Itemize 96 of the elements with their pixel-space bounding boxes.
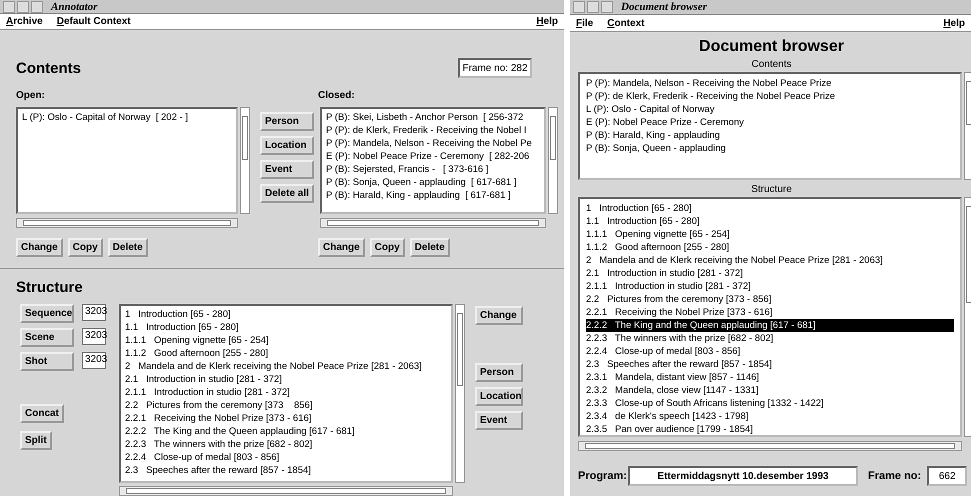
structure-item[interactable]: 2.2.2 The King and the Queen applauding [617 - 681] (125, 425, 447, 438)
action-button[interactable]: Delete (410, 238, 450, 257)
list-item[interactable]: P (P): Mandela, Nelson - Receiving the Nobel Peace Prize (586, 77, 954, 90)
add-button[interactable]: Person (260, 112, 314, 131)
action-button[interactable]: Copy (370, 238, 405, 257)
structure-item[interactable]: 1 Introduction [65 - 280] (125, 308, 447, 321)
frame-label: Frame no: (868, 470, 922, 482)
menu-item[interactable]: Archive (6, 16, 43, 28)
menu-item[interactable]: File (576, 18, 594, 28)
vertical-scrollbar[interactable] (548, 107, 558, 214)
structure-item[interactable]: 1.1.2 Good afternoon [255 - 280] (586, 241, 954, 254)
frame-number: Frame no: 282 (458, 58, 532, 78)
list-item[interactable]: P (P): de Klerk, Frederik - Receiving the Nobel I (326, 124, 540, 137)
horizontal-scrollbar[interactable] (16, 218, 238, 228)
structure-item[interactable]: 2.2 Pictures from the ceremony [373 - 856] (586, 293, 954, 306)
structure-item[interactable]: 2.3.4 de Klerk's speech [1423 - 1798] (586, 410, 954, 423)
horizontal-scrollbar[interactable] (320, 218, 546, 228)
edit-button[interactable]: Concat (20, 404, 64, 423)
list-item[interactable]: P (P): de Klerk, Frederik - Receiving the Nobel Peace Prize (586, 90, 954, 103)
edit-button[interactable]: Split (20, 431, 52, 450)
structure-item[interactable]: 2.2 Pictures from the ceremony [373 856] (125, 399, 447, 412)
structure-item[interactable]: 1.1 Introduction [65 - 280] (586, 215, 954, 228)
window-heading: Document browser (698, 38, 845, 56)
add-button[interactable]: Event (260, 160, 314, 179)
add-button[interactable]: Event (475, 411, 523, 430)
list-item[interactable]: L (P): Oslo - Capital of Norway (586, 103, 954, 116)
structure-item[interactable]: 2.1.1 Introduction in studio [281 - 372] (586, 280, 954, 293)
window-title: Document browser (621, 1, 708, 13)
frame-field[interactable]: 662 (927, 466, 968, 486)
list-item[interactable]: P (B): Sejersted, Francis - [ 373-616 ] (326, 163, 540, 176)
list-item[interactable]: P (B): Sonja, Queen - applauding (586, 142, 954, 155)
vertical-scrollbar[interactable] (240, 107, 250, 214)
level-button[interactable]: Scene (20, 328, 74, 347)
list-item[interactable]: P (B): Sonja, Queen - applauding [ 617-681 ] (326, 176, 540, 189)
closed-label: Closed: (318, 90, 355, 101)
structure-item[interactable]: 1.1.1 Opening vignette [65 - 254] (586, 228, 954, 241)
horizontal-scrollbar[interactable] (119, 486, 453, 496)
structure-label: Structure (750, 184, 793, 195)
add-button[interactable]: Location (475, 387, 523, 406)
structure-item[interactable]: 1.1.1 Opening vignette [65 - 254] (125, 334, 447, 347)
structure-item[interactable]: 2.1 Introduction in studio [281 - 372] (125, 373, 447, 386)
structure-item[interactable]: 2.1.1 Introduction in studio [281 - 372] (125, 386, 447, 399)
vertical-scrollbar[interactable] (964, 72, 971, 180)
structure-item[interactable]: 2.3 Speeches after the reward [857 - 1854] (586, 358, 954, 371)
section-heading: Contents (16, 60, 81, 76)
structure-item[interactable]: 2 Mandela and de Klerk receiving the Nobel Peace Prize [281 - 2063] (125, 360, 447, 373)
list-item[interactable]: E (P): Nobel Peace Prize - Ceremony (586, 116, 954, 129)
action-button[interactable]: Copy (68, 238, 103, 257)
structure-item[interactable]: 2.1 Introduction in studio [281 - 372] (586, 267, 954, 280)
action-button[interactable]: Change (318, 238, 365, 257)
list-item[interactable]: E (P): Nobel Peace Prize - Ceremony [ 282-206 (326, 150, 540, 163)
structure-item[interactable]: 2.3.1 Mandela, distant view [857 - 1146] (586, 371, 954, 384)
add-button[interactable]: Location (260, 136, 314, 155)
count-field[interactable]: 3203 (82, 328, 106, 345)
structure-item[interactable]: 2.3 Speeches after the reward [857 - 1854] (125, 464, 447, 477)
list-item[interactable]: L (P): Oslo - Capital of Norway [ 202 - ] (22, 111, 232, 124)
structure-item[interactable]: 2.2.2 The King and the Queen applauding [617 - 681] (586, 319, 954, 332)
menu-item[interactable]: Context (607, 18, 644, 28)
action-button[interactable]: Change (16, 238, 63, 257)
vertical-scrollbar[interactable] (455, 304, 465, 483)
structure-item[interactable]: 2.2.4 Close-up of medal [803 - 856] (125, 451, 447, 464)
structure-item[interactable]: 1.1.2 Good afternoon [255 - 280] (125, 347, 447, 360)
list-item[interactable]: P (B): Harald, King - applauding (586, 129, 954, 142)
level-button[interactable]: Sequence (20, 304, 74, 323)
structure-item[interactable]: 2.3.5 Pan over audience [1799 - 1854] (586, 423, 954, 435)
structure-item[interactable]: 2 Mandela and de Klerk receiving the Nobel Peace Prize [281 - 2063] (586, 254, 954, 267)
section-heading: Structure (16, 279, 84, 296)
count-field[interactable]: 3203 (82, 352, 106, 369)
level-button[interactable]: Shot (20, 352, 74, 371)
horizontal-scrollbar[interactable] (578, 441, 962, 451)
structure-item[interactable]: 2.2.1 Receiving the Nobel Prize [373 - 616] (125, 412, 447, 425)
list-item[interactable]: P (B): Harald, King - applauding [ 617-681 ] (326, 189, 540, 202)
structure-item[interactable]: 1 Introduction [65 - 280] (586, 202, 954, 215)
add-button[interactable]: Delete all (260, 184, 314, 203)
action-button[interactable]: Delete (108, 238, 148, 257)
structure-item[interactable]: 2.2.3 The winners with the prize [682 - 802] (586, 332, 954, 345)
help-menu[interactable]: Help (943, 18, 965, 28)
list-item[interactable]: P (P): Mandela, Nelson - Receiving the Nobel Pe (326, 137, 540, 150)
vertical-scrollbar[interactable] (964, 197, 971, 437)
program-label: Program: (578, 470, 628, 482)
structure-item[interactable]: 2.3.3 Close-up of South Africans listening [1332 - 1422] (586, 397, 954, 410)
window-title: Annotator (51, 0, 98, 13)
help-menu[interactable]: Help (536, 16, 558, 28)
count-field[interactable]: 3203 (82, 304, 106, 321)
structure-item[interactable]: 1.1 Introduction [65 - 280] (125, 321, 447, 334)
structure-item[interactable]: 2.2.1 Receiving the Nobel Prize [373 - 616] (586, 306, 954, 319)
open-label: Open: (16, 90, 46, 101)
list-item[interactable]: P (B): Skei, Lisbeth - Anchor Person [ 256-372 (326, 111, 540, 124)
structure-item[interactable]: 2.2.3 The winners with the prize [682 - 802] (125, 438, 447, 451)
structure-item[interactable]: 2.3.2 Mandela, close view [1147 - 1331] (586, 384, 954, 397)
change-button[interactable]: Change (475, 306, 523, 325)
add-button[interactable]: Person (475, 363, 523, 382)
structure-item[interactable]: 2.2.4 Close-up of medal [803 - 856] (586, 345, 954, 358)
contents-label: Contents (750, 59, 793, 70)
menu-item[interactable]: Default Context (56, 16, 131, 28)
program-field[interactable]: Ettermiddagsnytt 10.desember 1993 (628, 466, 858, 486)
